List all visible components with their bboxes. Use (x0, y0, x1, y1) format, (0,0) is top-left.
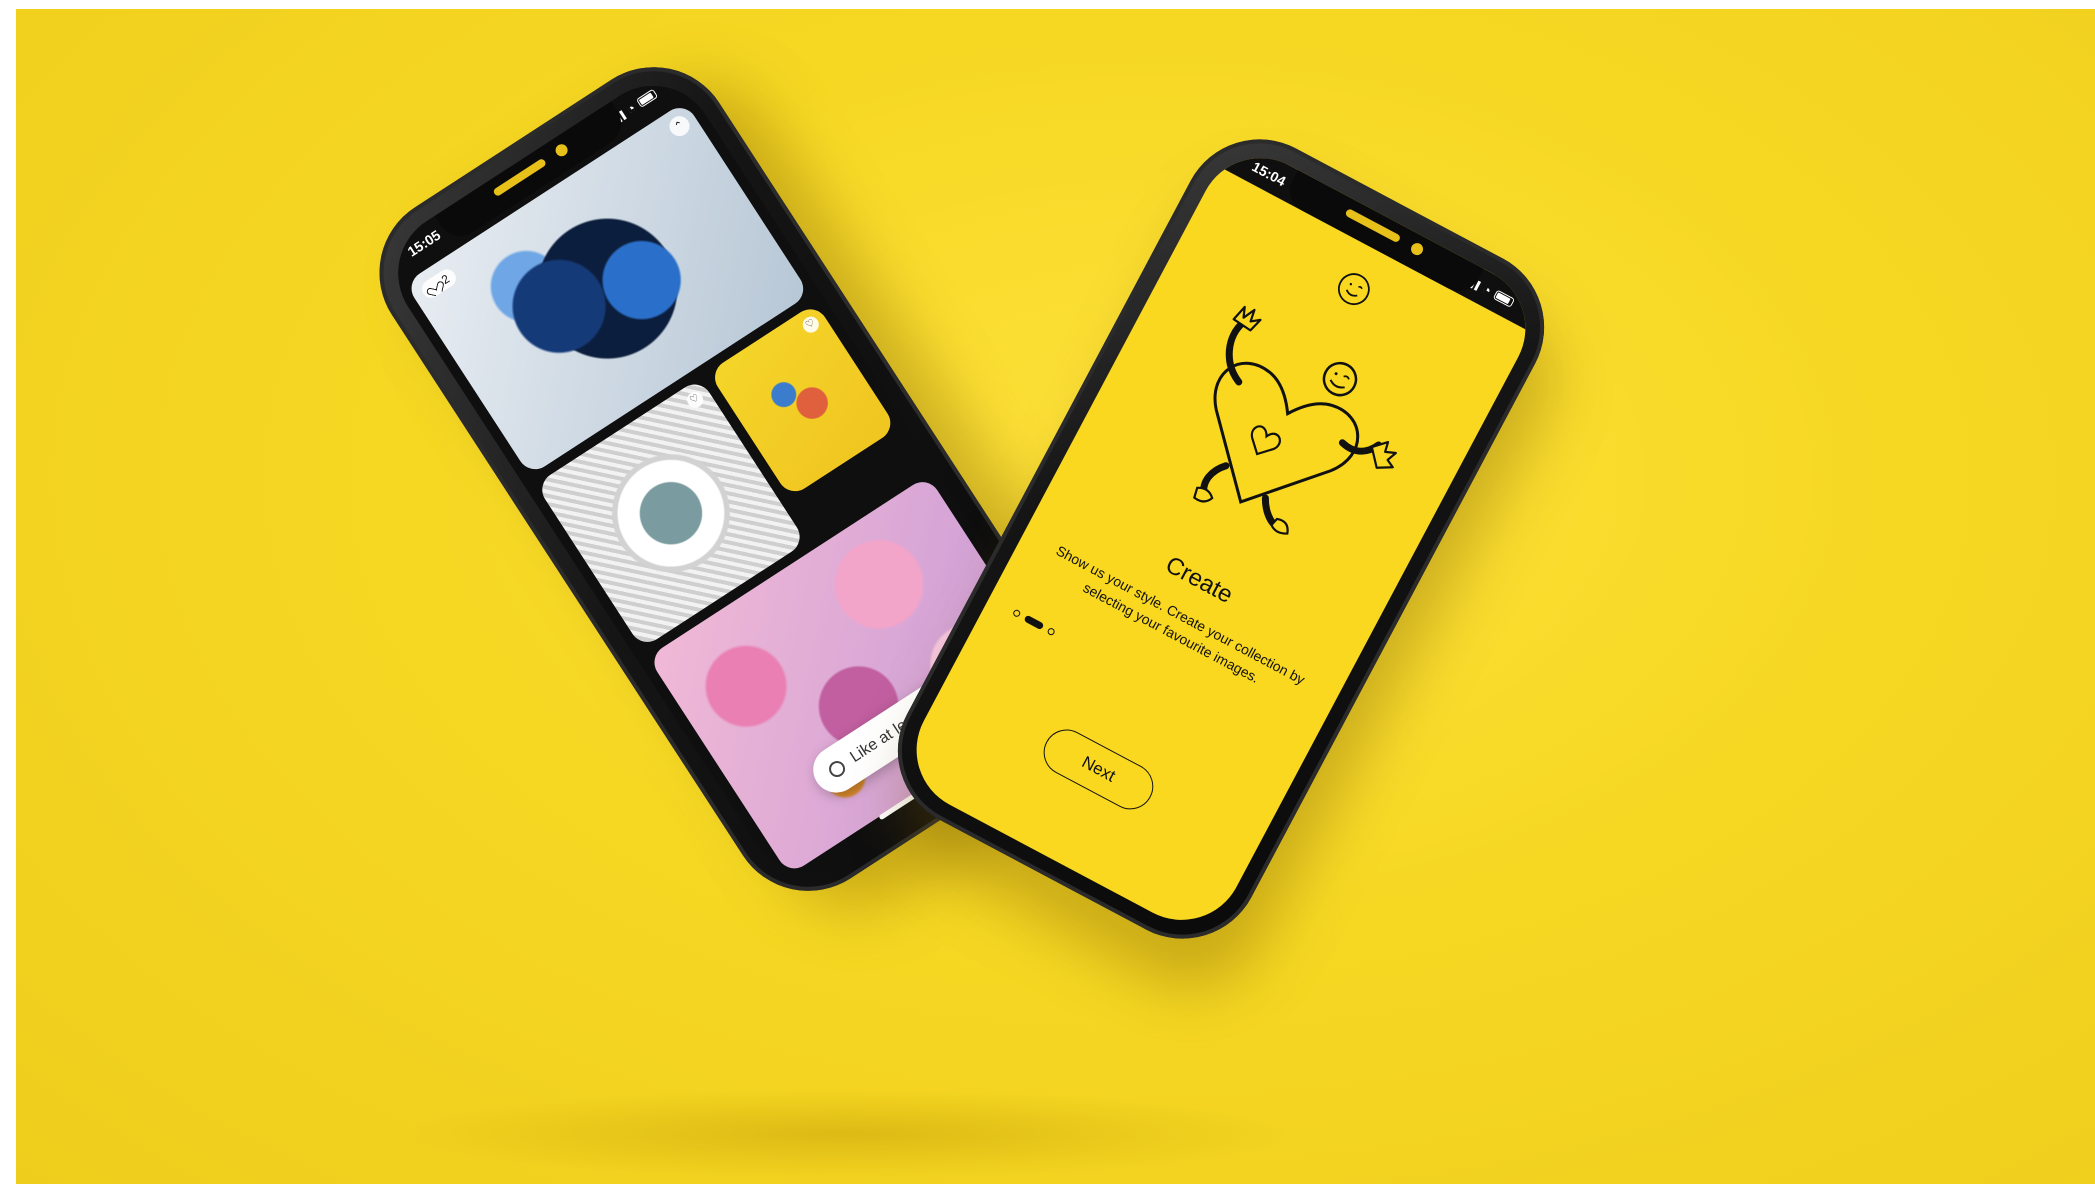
status-time: 15:05 (404, 226, 444, 260)
next-button[interactable]: Next (1035, 721, 1162, 818)
notch (1282, 170, 1484, 299)
wifi-icon: ◔ (1479, 280, 1495, 299)
battery-icon (1492, 289, 1516, 308)
page-dot-active[interactable] (1023, 614, 1045, 631)
page-dot[interactable] (1011, 608, 1022, 619)
heart-icon (426, 278, 443, 295)
chevron-up-icon[interactable]: ⌃ (665, 112, 694, 140)
battery-icon (635, 88, 659, 108)
front-camera (1408, 240, 1426, 258)
speaker (492, 157, 548, 198)
progress-ring-icon (826, 757, 849, 781)
smiley-logo-icon (1337, 273, 1370, 306)
speaker (1344, 208, 1402, 244)
status-time: 15:04 (1249, 158, 1289, 190)
page-dot[interactable] (1046, 626, 1056, 637)
yellow-backdrop: 15:05 ◔ 2 ⌃ ♡ ♡ Like at 15:04 ◔ Create S… (16, 9, 2095, 1184)
heart-icon[interactable]: ♡ (799, 313, 822, 336)
wifi-icon: ◔ (623, 99, 639, 118)
page-indicator (1011, 608, 1056, 637)
heart-icon[interactable]: ♡ (683, 388, 707, 411)
like-count-badge[interactable]: 2 (418, 266, 460, 302)
floor-shadow (396, 1089, 1296, 1179)
front-camera (553, 141, 570, 159)
heart-mascot-illustration (1193, 305, 1397, 535)
